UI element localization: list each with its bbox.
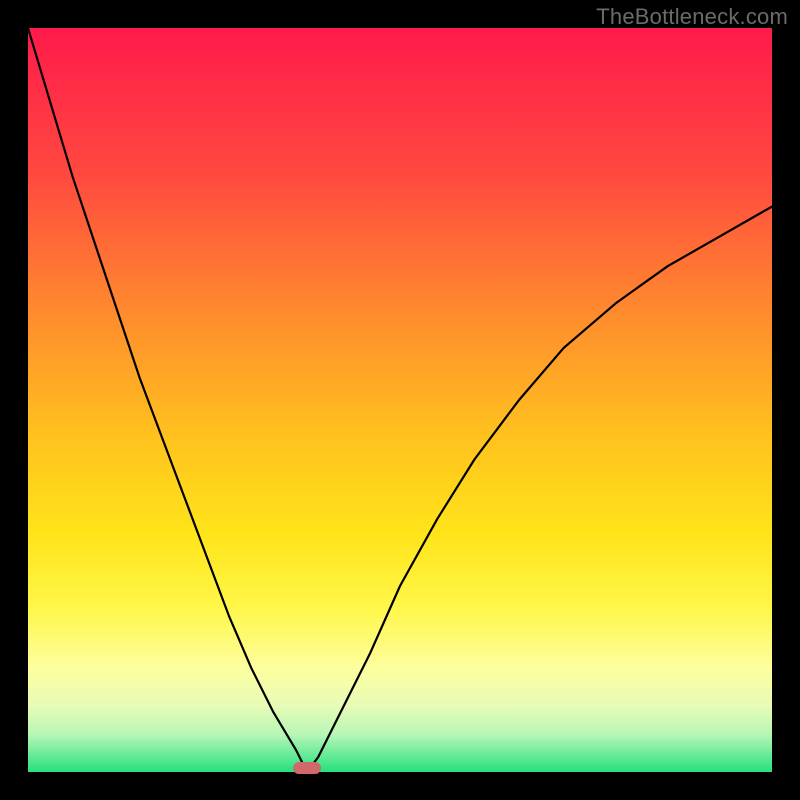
- watermark-text: TheBottleneck.com: [596, 4, 788, 30]
- chart-frame: [28, 28, 772, 772]
- optimal-point-marker: [293, 762, 321, 774]
- chart-curve: [28, 28, 772, 772]
